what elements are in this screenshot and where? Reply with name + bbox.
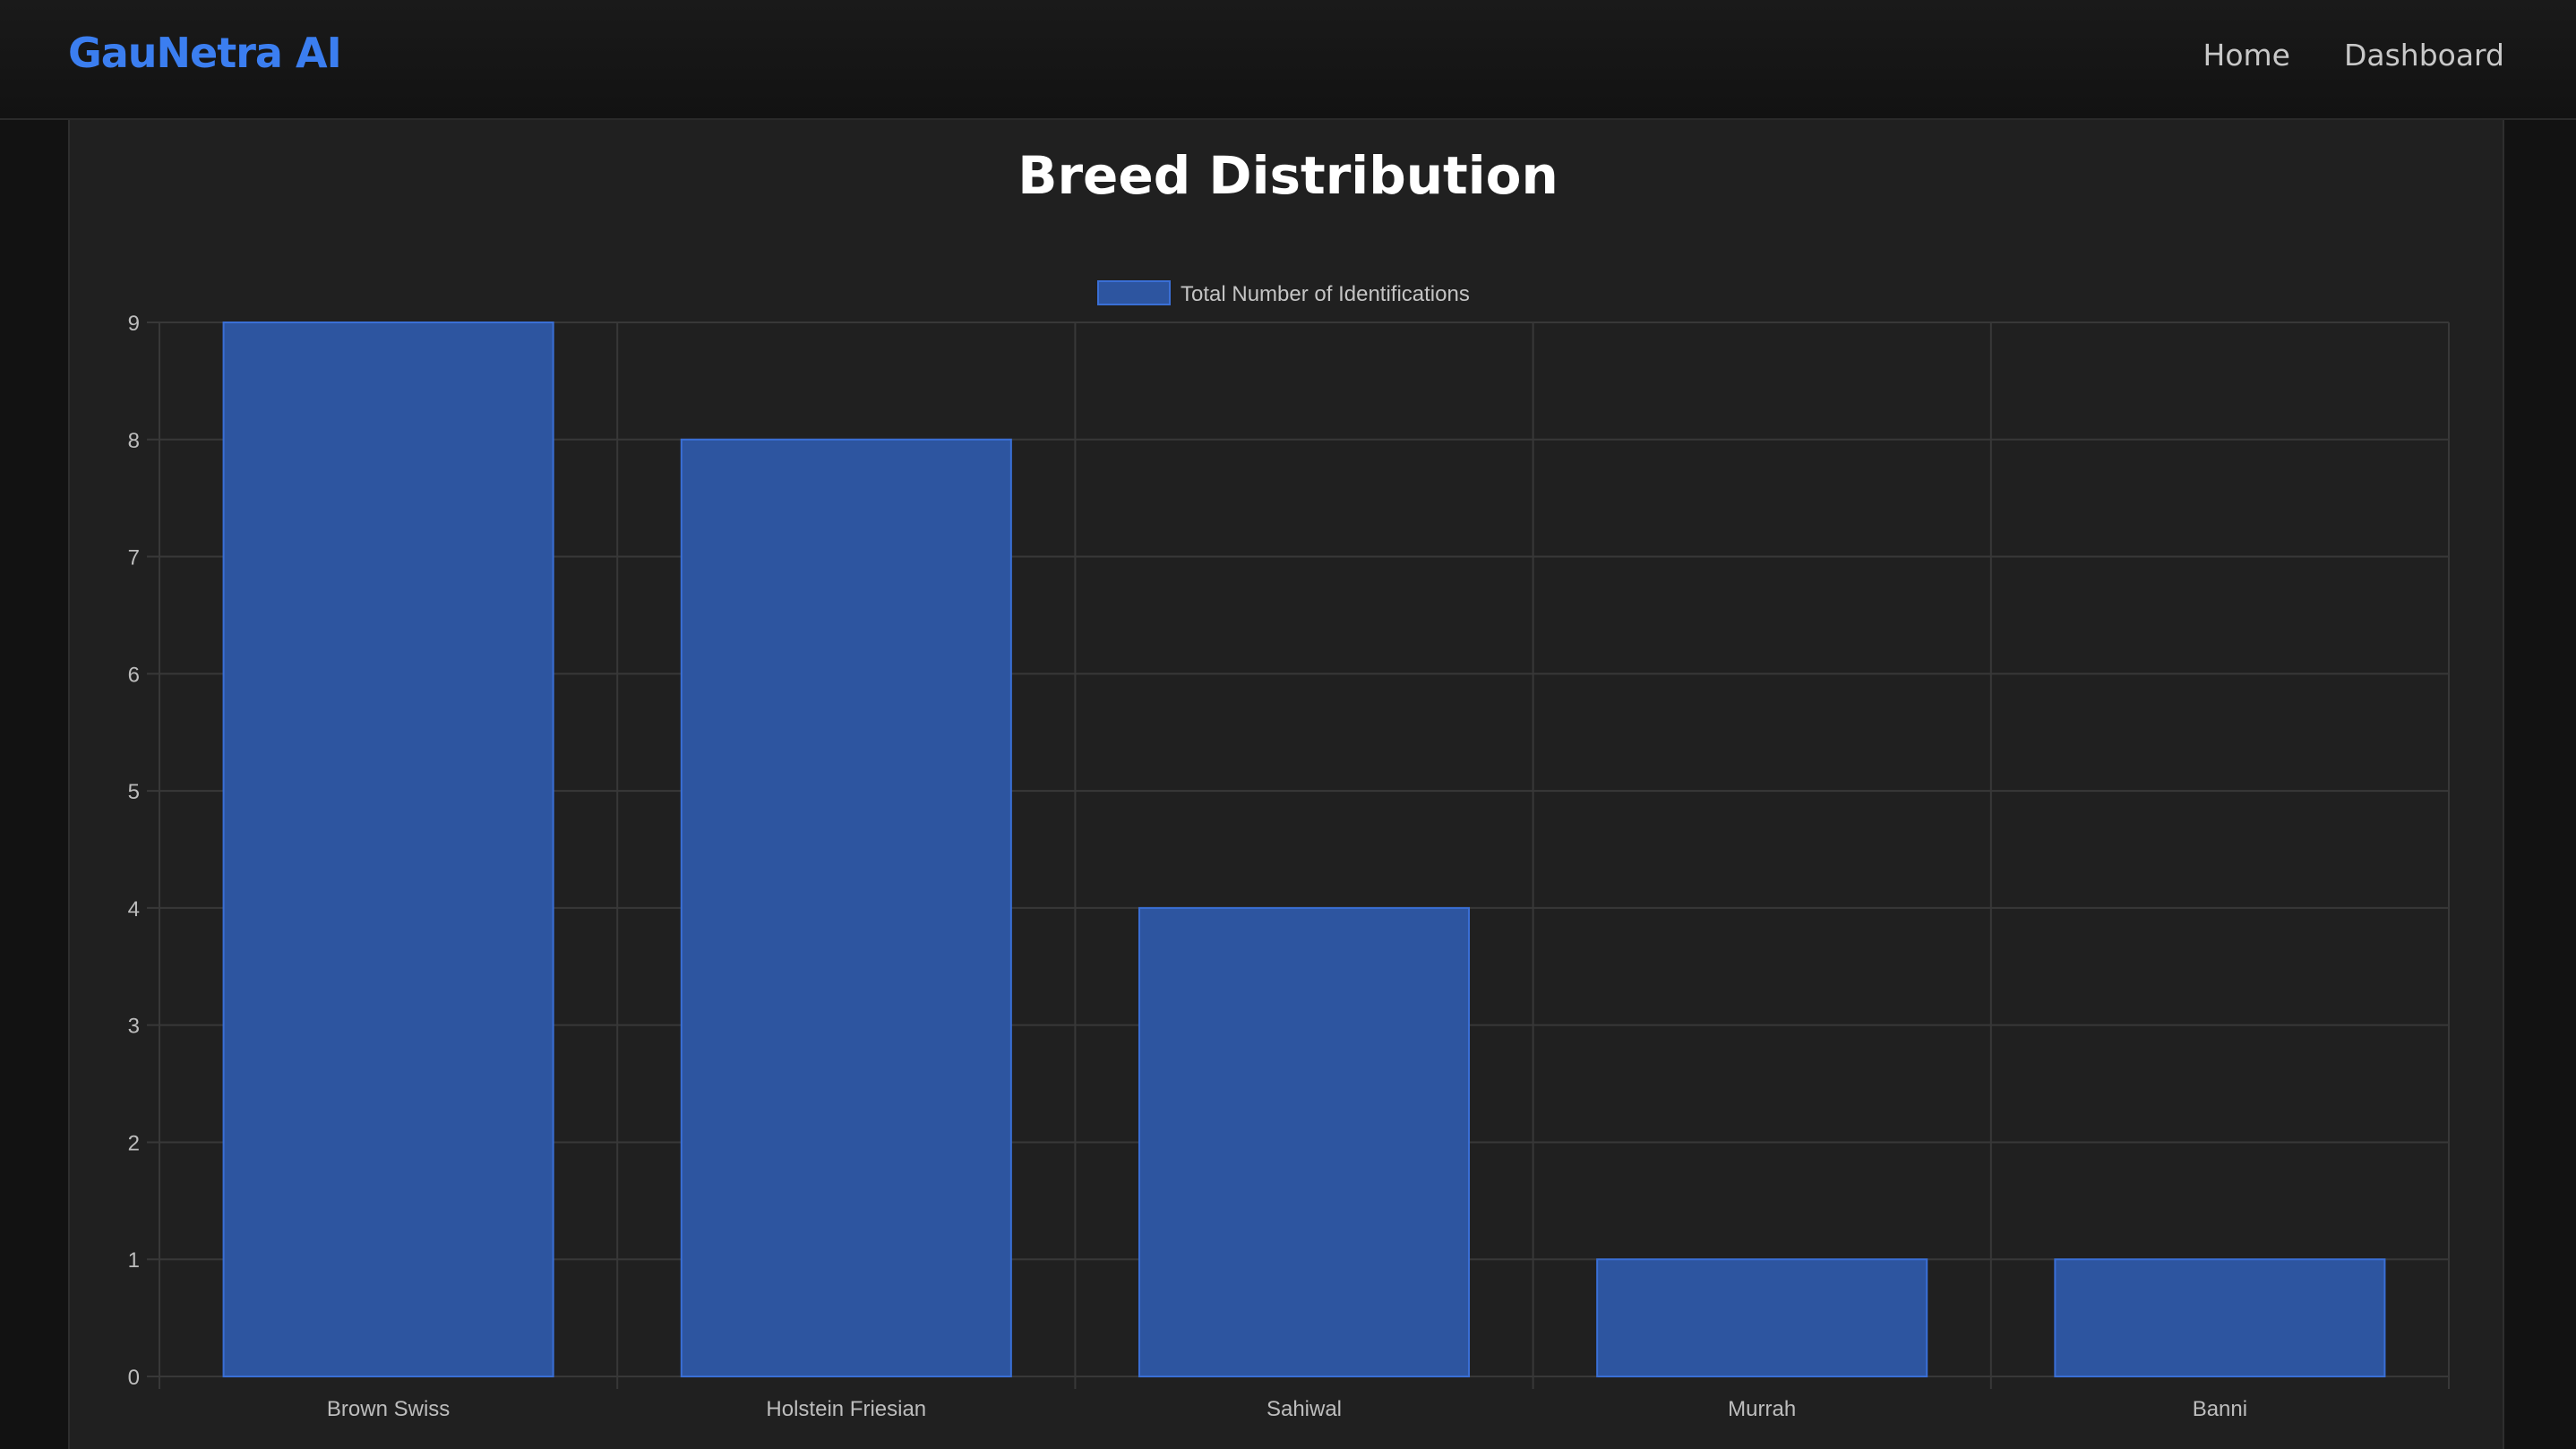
y-tick-label: 5 [128,780,140,804]
y-tick-label: 9 [128,312,140,336]
breed-distribution-chart: 0 1 2 3 4 5 6 7 8 9 Brown Swiss Holstein Friesian S… [128,280,2450,1421]
x-tick-label: Holstein Friesian [766,1397,926,1421]
bar[interactable] [2054,1258,2386,1377]
x-axis-ticks: Brown Swiss Holstein Friesian Sahiwal Murra… [327,1397,2247,1421]
y-tick-label: 1 [128,1248,140,1273]
x-tick-label: Murrah [1728,1397,1796,1421]
y-tick-label: 2 [128,1131,140,1155]
bar[interactable] [1138,906,1471,1377]
y-tick-label: 7 [128,546,140,570]
x-tick-label: Banni [2193,1397,2247,1421]
y-tick-label: 3 [128,1015,140,1039]
bar[interactable] [680,438,1012,1377]
y-tick-label: 6 [128,663,140,687]
legend-swatch[interactable] [1097,280,1171,305]
y-tick-label: 8 [128,429,140,453]
y-tick-label: 0 [128,1366,140,1390]
x-tick-label: Sahiwal [1267,1397,1342,1421]
bar[interactable] [1596,1258,1928,1377]
bar[interactable] [222,322,554,1377]
chart-legend[interactable]: Total Number of Identifications [1097,280,1470,306]
y-axis-ticks: 0 1 2 3 4 5 6 7 8 9 [128,312,140,1390]
legend-label[interactable]: Total Number of Identifications [1181,282,1470,306]
x-tick-label: Brown Swiss [327,1397,450,1421]
y-tick-label: 4 [128,897,140,922]
chart-bars [222,322,2386,1377]
